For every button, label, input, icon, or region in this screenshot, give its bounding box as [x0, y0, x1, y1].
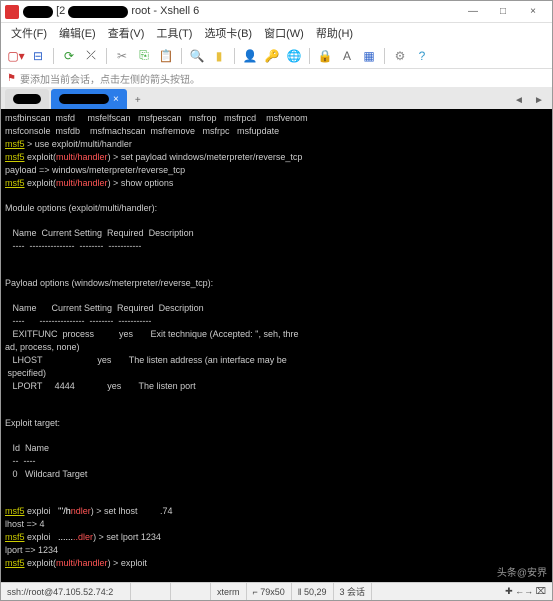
font-icon[interactable]: A [338, 47, 356, 65]
separator [53, 48, 54, 64]
title-bar: [2 root - Xshell 6 — □ × [1, 1, 552, 23]
separator [106, 48, 107, 64]
search-icon[interactable]: 🔍 [188, 47, 206, 65]
menu-edit[interactable]: 编辑(E) [55, 24, 100, 42]
status-term: xterm [211, 583, 247, 600]
tab-close-icon[interactable]: × [113, 94, 119, 105]
lock-icon[interactable]: 🔒 [316, 47, 334, 65]
minimize-button[interactable]: — [458, 2, 488, 22]
status-size: ⌐ 79x50 [247, 583, 292, 600]
menu-tab[interactable]: 选项卡(B) [200, 24, 256, 42]
status-bar: ssh://root@47.105.52.74:2 xterm ⌐ 79x50 … [1, 582, 552, 600]
settings-icon[interactable]: ⚙ [391, 47, 409, 65]
key-icon[interactable]: 🔑 [263, 47, 281, 65]
status-icons: ✚ ←→ ⌧ [372, 583, 552, 600]
separator [234, 48, 235, 64]
redacted [23, 6, 53, 18]
flag-icon: ⚑ [7, 73, 16, 84]
color-icon[interactable]: ▦ [360, 47, 378, 65]
toolbar: ▢▾ ⊟ ⟳ ⤫ ✂ ⎘ 📋 🔍 ▮ 👤 🔑 🌐 🔒 A ▦ ⚙ ? [1, 43, 552, 69]
window-title: [2 root - Xshell 6 [23, 5, 458, 17]
close-button[interactable]: × [518, 2, 548, 22]
status-pos: ‖ 50,29 [292, 583, 334, 600]
new-session-icon[interactable]: ▢▾ [7, 47, 25, 65]
add-tab-button[interactable]: + [129, 91, 147, 109]
reconnect-icon[interactable]: ⟳ [60, 47, 78, 65]
session-tab-active[interactable]: × [51, 89, 127, 109]
separator [309, 48, 310, 64]
save-icon[interactable]: ⊟ [29, 47, 47, 65]
scroll-left-icon[interactable]: ◄ [510, 91, 528, 109]
menu-window[interactable]: 窗口(W) [260, 24, 308, 42]
status-cell [131, 583, 171, 600]
maximize-button[interactable]: □ [488, 2, 518, 22]
separator [181, 48, 182, 64]
highlight-icon[interactable]: ▮ [210, 47, 228, 65]
scroll-right-icon[interactable]: ► [530, 91, 548, 109]
hint-bar: ⚑ 要添加当前会话，点击左侧的箭头按钮。 [1, 69, 552, 87]
status-host: ssh://root@47.105.52.74:2 [1, 583, 131, 600]
redacted [13, 94, 41, 104]
disconnect-icon[interactable]: ⤫ [82, 47, 100, 65]
status-sessions: 3 会话 [334, 583, 373, 600]
globe-icon[interactable]: 🌐 [285, 47, 303, 65]
menu-help[interactable]: 帮助(H) [312, 24, 357, 42]
menu-file[interactable]: 文件(F) [7, 24, 51, 42]
help-icon[interactable]: ? [413, 47, 431, 65]
copy-icon[interactable]: ⎘ [135, 47, 153, 65]
menu-tools[interactable]: 工具(T) [152, 24, 196, 42]
menu-view[interactable]: 查看(V) [104, 24, 149, 42]
redacted [59, 94, 109, 104]
status-cell [171, 583, 211, 600]
separator [384, 48, 385, 64]
tab-bar: × + ◄ ► [1, 87, 552, 109]
paste-icon[interactable]: 📋 [157, 47, 175, 65]
menu-bar: 文件(F) 编辑(E) 查看(V) 工具(T) 选项卡(B) 窗口(W) 帮助(… [1, 23, 552, 43]
terminal[interactable]: msfbinscan msfd msfelfscan msfpescan msf… [1, 109, 552, 582]
hint-text: 要添加当前会话，点击左侧的箭头按钮。 [20, 71, 200, 86]
session-tab[interactable] [5, 89, 49, 109]
app-icon [5, 5, 19, 19]
user-icon[interactable]: 👤 [241, 47, 259, 65]
cut-icon[interactable]: ✂ [113, 47, 131, 65]
redacted [68, 6, 128, 18]
